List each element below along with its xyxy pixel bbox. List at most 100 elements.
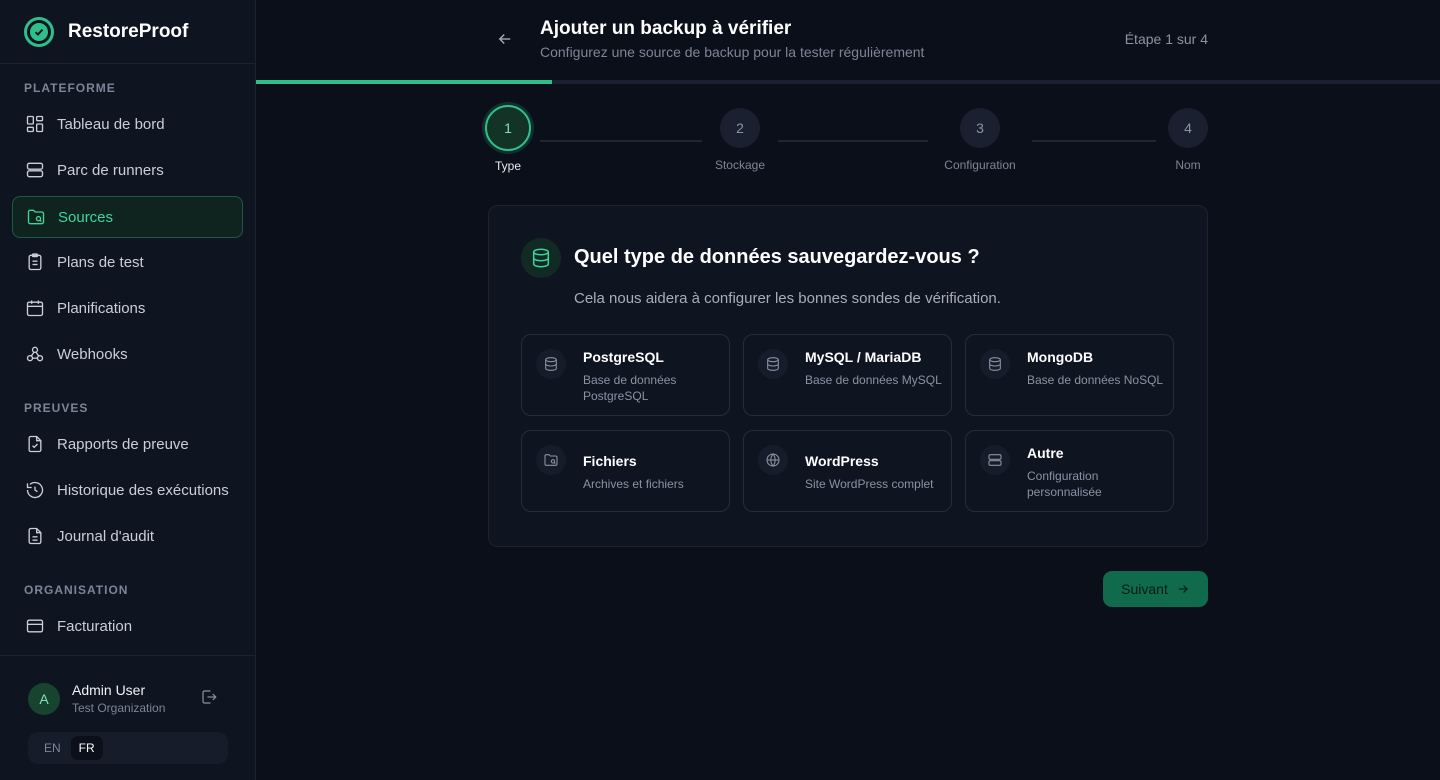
option-title: PostgreSQL <box>583 349 664 365</box>
page-header: Ajouter un backup à vérifier Configurez … <box>256 0 1440 80</box>
sidebar-divider <box>0 655 255 656</box>
logout-icon[interactable] <box>200 688 220 708</box>
lang-fr-button[interactable]: FR <box>70 736 103 760</box>
folder-icon <box>25 206 47 228</box>
clipboard-icon <box>24 251 46 273</box>
sidebar-item-dashboard[interactable]: Tableau de bord <box>12 103 243 145</box>
sidebar-item-label: Webhooks <box>57 345 128 363</box>
step-number: 2 <box>720 108 760 148</box>
option-description: Archives et fichiers <box>583 477 684 491</box>
page-title: Ajouter un backup à vérifier <box>540 18 792 39</box>
step-configuration[interactable]: 3 Configuration <box>935 104 1025 172</box>
progress-fill <box>256 80 552 84</box>
step-name[interactable]: 4 Nom <box>1143 104 1233 172</box>
back-arrow-icon[interactable] <box>496 30 516 50</box>
database-icon <box>758 349 788 379</box>
section-title-organisation: ORGANISATION <box>24 583 129 597</box>
step-number: 1 <box>485 105 531 151</box>
sidebar-item-schedules[interactable]: Planifications <box>12 287 243 329</box>
option-title: Autre <box>1027 445 1064 461</box>
sidebar-item-label: Tableau de bord <box>57 115 165 133</box>
webhook-icon <box>24 343 46 365</box>
sidebar-item-sources[interactable]: Sources <box>12 196 243 238</box>
page-subtitle: Configurez une source de backup pour la … <box>540 44 925 60</box>
sidebar-item-billing[interactable]: Facturation <box>12 605 243 647</box>
sidebar-item-label: Historique des exécutions <box>57 481 229 499</box>
step-label: Type <box>494 159 521 173</box>
sidebar-item-label: Planifications <box>57 299 146 317</box>
option-description: Site WordPress complet <box>805 477 934 491</box>
globe-icon <box>758 445 788 475</box>
step-connector <box>540 140 702 142</box>
option-files[interactable]: Fichiers Archives et fichiers <box>521 430 730 512</box>
option-mongodb[interactable]: MongoDB Base de données NoSQL <box>965 334 1174 416</box>
sidebar-item-label: Journal d'audit <box>57 527 155 545</box>
section-title-plateforme: PLATEFORME <box>24 81 116 95</box>
step-type[interactable]: 1 Type <box>463 104 553 173</box>
option-description: Base de données PostgreSQL <box>583 373 677 403</box>
option-wordpress[interactable]: WordPress Site WordPress complet <box>743 430 952 512</box>
database-icon <box>521 238 561 278</box>
user-org: Test Organization <box>72 701 166 715</box>
section-title-preuves: PREUVES <box>24 401 89 415</box>
avatar[interactable]: A <box>28 682 60 715</box>
brand-name: RestoreProof <box>68 20 189 42</box>
step-number: 3 <box>960 108 1000 148</box>
option-title: MySQL / MariaDB <box>805 349 922 365</box>
sidebar-item-test-plans[interactable]: Plans de test <box>12 241 243 283</box>
option-postgresql[interactable]: PostgreSQL Base de données PostgreSQL <box>521 334 730 416</box>
user-profile: A Admin User Test Organization <box>28 682 228 715</box>
sidebar-item-label: Parc de runners <box>57 161 164 179</box>
data-type-card: Quel type de données sauvegardez-vous ? … <box>488 205 1208 547</box>
server-icon <box>980 445 1010 475</box>
option-mysql[interactable]: MySQL / MariaDB Base de données MySQL <box>743 334 952 416</box>
step-connector <box>778 140 928 142</box>
file-check-icon <box>24 433 46 455</box>
option-description: Base de données MySQL <box>805 373 942 387</box>
sidebar: RestoreProof PLATEFORME Tableau de bord … <box>0 0 256 780</box>
sidebar-item-label: Plans de test <box>57 253 144 271</box>
server-icon <box>24 159 46 181</box>
lang-en-button[interactable]: EN <box>36 736 69 760</box>
option-description: Configuration personnalisée <box>1027 469 1102 499</box>
step-number: 4 <box>1168 108 1208 148</box>
next-button[interactable]: Suivant <box>1103 571 1208 607</box>
sidebar-item-audit-log[interactable]: Journal d'audit <box>12 515 243 557</box>
card-subtitle: Cela nous aidera à configurer les bonnes… <box>574 290 1001 307</box>
step-label: Stockage <box>714 158 766 172</box>
dashboard-icon <box>24 113 46 135</box>
sidebar-item-proof-reports[interactable]: Rapports de preuve <box>12 423 243 465</box>
sidebar-item-webhooks[interactable]: Webhooks <box>12 333 243 375</box>
sidebar-item-run-history[interactable]: Historique des exécutions <box>12 469 243 511</box>
step-storage[interactable]: 2 Stockage <box>695 104 785 172</box>
brand-logo-icon <box>24 16 54 47</box>
option-title: Fichiers <box>583 453 637 469</box>
user-name: Admin User <box>72 682 146 698</box>
sidebar-item-label: Rapports de preuve <box>57 435 189 453</box>
database-icon <box>536 349 566 379</box>
brand[interactable]: RestoreProof <box>0 0 255 64</box>
file-text-icon <box>24 525 46 547</box>
database-icon <box>980 349 1010 379</box>
card-title: Quel type de données sauvegardez-vous ? <box>574 246 980 268</box>
credit-card-icon <box>24 615 46 637</box>
option-description: Base de données NoSQL <box>1027 373 1164 387</box>
step-label: Configuration <box>944 158 1016 172</box>
arrow-right-icon <box>1178 585 1188 593</box>
step-counter: Étape 1 sur 4 <box>1124 31 1208 47</box>
step-label: Nom <box>1175 158 1201 172</box>
sidebar-item-runners[interactable]: Parc de runners <box>12 149 243 191</box>
progress-bar <box>256 80 1440 84</box>
option-other[interactable]: Autre Configuration personnalisée <box>965 430 1174 512</box>
language-switcher: EN FR <box>28 732 228 764</box>
history-icon <box>24 479 46 501</box>
folder-icon <box>536 445 566 475</box>
step-connector <box>1032 140 1156 142</box>
sidebar-item-label: Facturation <box>57 617 133 635</box>
option-title: MongoDB <box>1027 349 1094 365</box>
option-title: WordPress <box>805 453 879 469</box>
stepper: 1 Type 2 Stockage 3 Configuration 4 Nom <box>485 104 1208 184</box>
next-button-label: Suivant <box>1121 581 1168 597</box>
sidebar-item-label: Sources <box>58 208 114 226</box>
calendar-icon <box>24 297 46 319</box>
